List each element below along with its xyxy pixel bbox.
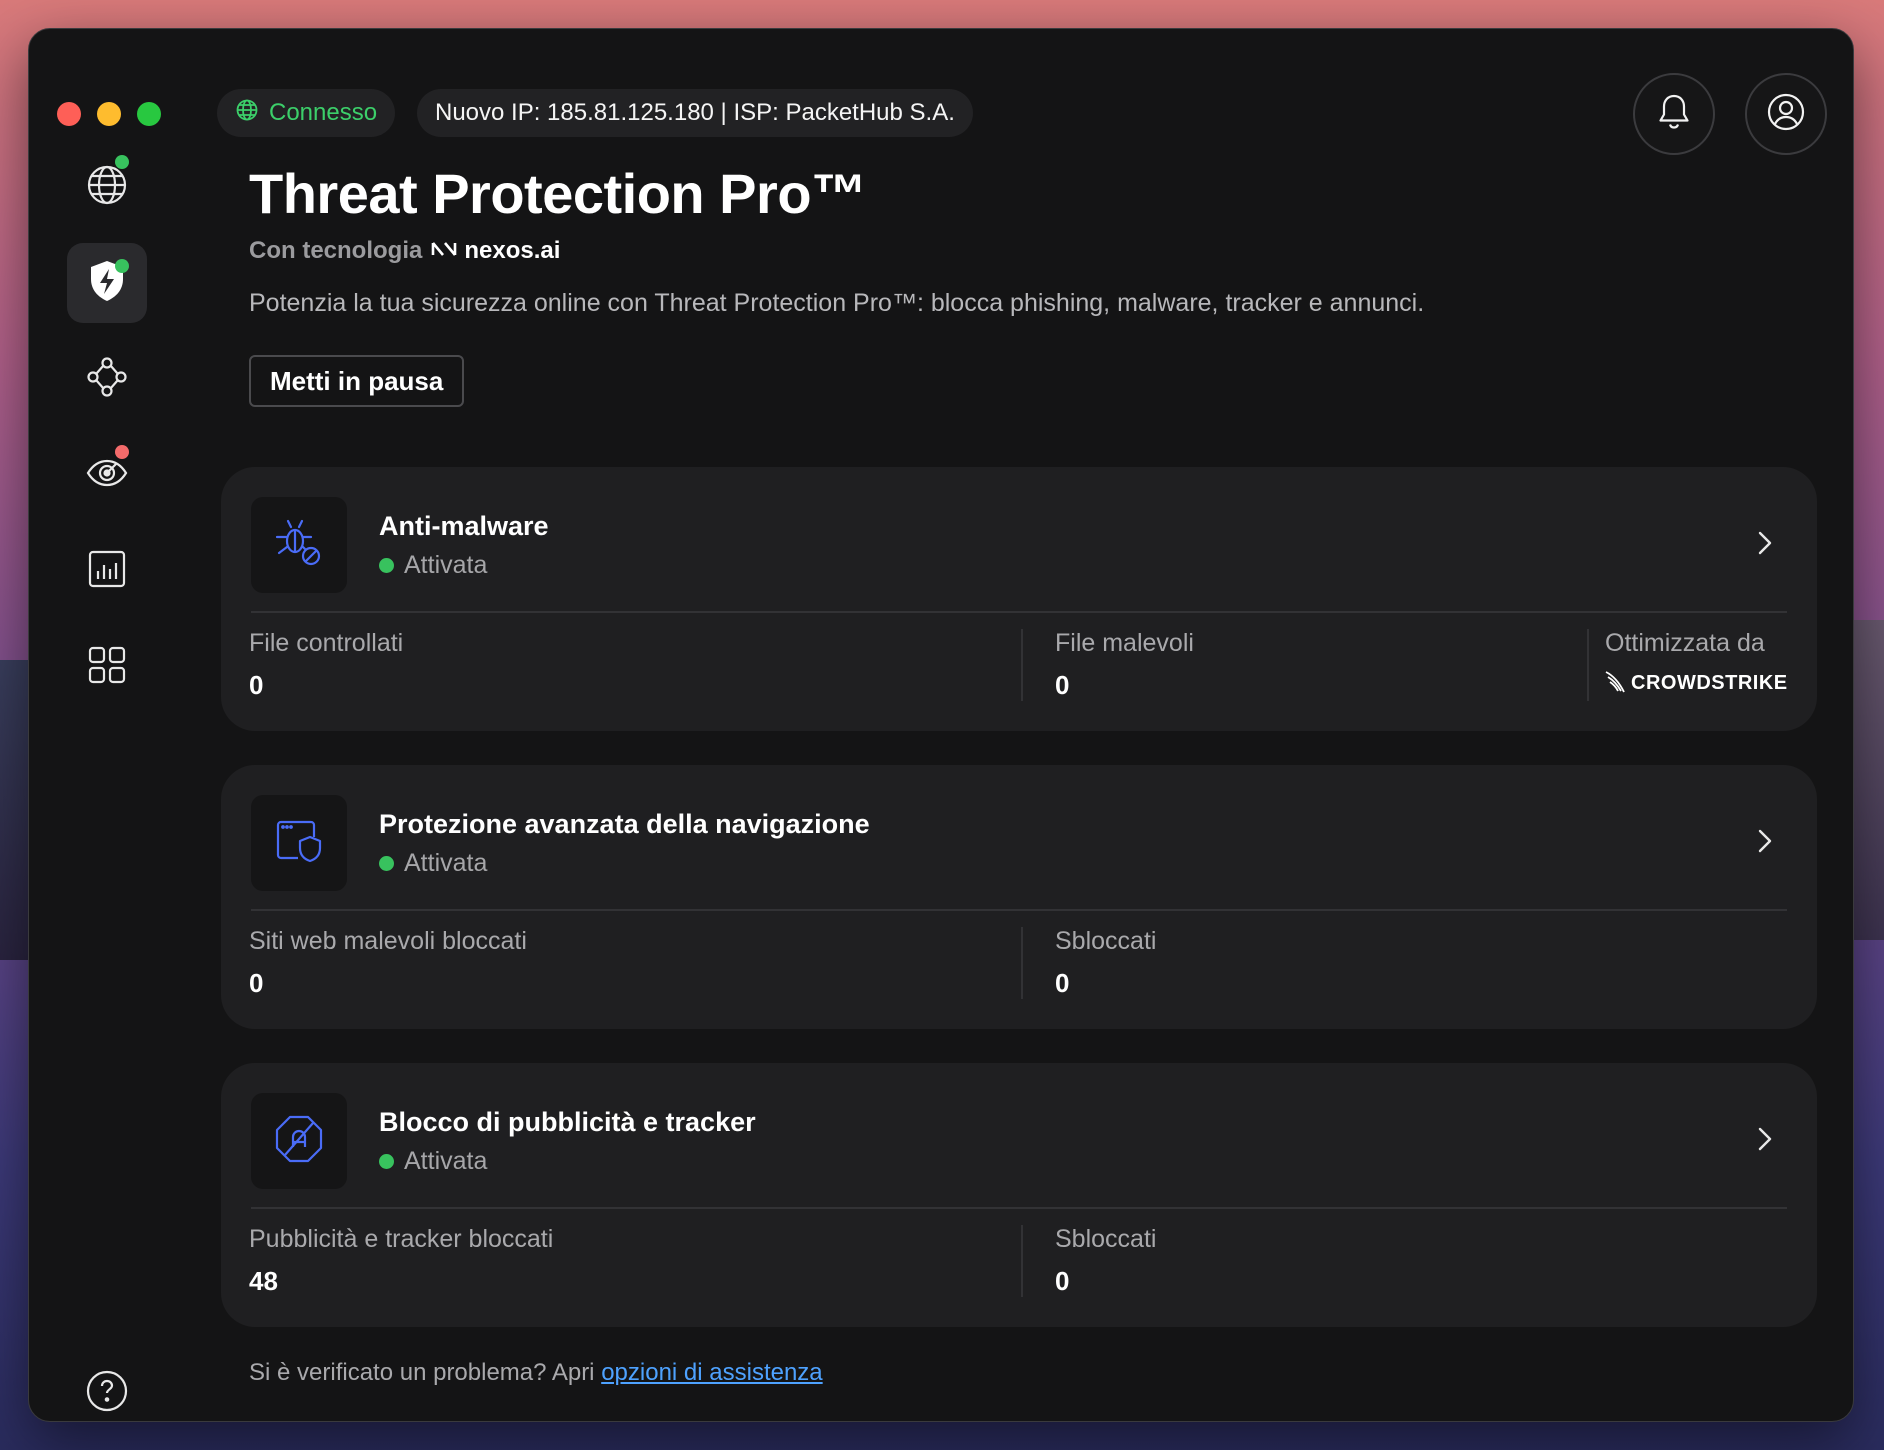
bell-icon	[1657, 93, 1691, 136]
support-options-link[interactable]: opzioni di assistenza	[601, 1359, 822, 1386]
card-status: Attivata	[379, 1147, 487, 1176]
stat-unblocked: Sbloccati 0	[1055, 1225, 1156, 1297]
nexos-logo-icon	[430, 237, 458, 265]
card-icon-container	[251, 497, 347, 593]
crowdstrike-logo: CROWDSTRIKE	[1605, 668, 1788, 699]
crowdstrike-falcon-icon	[1605, 668, 1631, 699]
stat-blocked-sites: Siti web malevoli bloccati 0	[249, 927, 527, 999]
bug-blocked-icon	[273, 517, 325, 574]
powered-by-brand: nexos.ai	[430, 237, 560, 265]
card-ad-tracker-blocker[interactable]: Blocco di pubblicità e tracker Attivata …	[221, 1063, 1817, 1327]
connection-status-label: Connesso	[269, 99, 378, 126]
help-icon	[86, 1370, 128, 1417]
card-anti-malware[interactable]: Anti-malware Attivata File controllati 0…	[221, 467, 1817, 731]
card-web-protection[interactable]: Protezione avanzata della navigazione At…	[221, 765, 1817, 1029]
pause-button[interactable]: Metti in pausa	[249, 355, 465, 407]
page-description: Potenzia la tua sicurezza online con Thr…	[249, 289, 1425, 317]
apps-grid-icon	[87, 645, 127, 690]
stat-value: 0	[249, 670, 264, 700]
optimized-by-label: Ottimizzata da	[1605, 629, 1765, 657]
support-footer-text: Si è verificato un problema? Apri	[249, 1359, 602, 1386]
card-status-text: Attivata	[404, 849, 488, 877]
stats-icon	[87, 549, 127, 594]
desktop-background-right	[1854, 620, 1884, 940]
status-dot	[379, 558, 394, 573]
card-title: Protezione avanzata della navigazione	[379, 809, 870, 839]
status-dot	[379, 856, 394, 871]
account-button[interactable]	[1745, 73, 1827, 155]
card-title: Blocco di pubblicità e tracker	[379, 1107, 756, 1137]
stat-label: File malevoli	[1055, 629, 1194, 657]
sidebar-item-meshnet[interactable]	[67, 339, 147, 419]
sidebar-item-dark-web-monitor[interactable]	[67, 435, 147, 515]
stat-files-checked: File controllati 0	[249, 629, 403, 701]
stat-divider	[1021, 927, 1023, 999]
sidebar-item-apps[interactable]	[67, 627, 147, 707]
stat-blocked-ads: Pubblicità e tracker bloccati 48	[249, 1225, 553, 1297]
connection-status-pill[interactable]: Connesso	[217, 89, 396, 137]
stat-value: 0	[1055, 1266, 1070, 1296]
stat-label: Sbloccati	[1055, 927, 1157, 955]
stat-label: Sbloccati	[1055, 1225, 1157, 1253]
powered-by-label: Con tecnologia	[249, 237, 423, 264]
powered-by-brand-text: nexos.ai	[464, 237, 561, 264]
sidebar-item-statistics[interactable]	[67, 531, 147, 611]
alert-dot	[115, 445, 129, 459]
stat-divider	[1587, 629, 1589, 701]
card-status-text: Attivata	[404, 1147, 488, 1175]
card-divider	[251, 1207, 1787, 1209]
close-window-button[interactable]	[57, 102, 81, 126]
notifications-button[interactable]	[1633, 73, 1715, 155]
card-icon-container	[251, 1093, 347, 1189]
globe-icon	[85, 163, 129, 212]
stat-label: File controllati	[249, 629, 404, 657]
desktop-background-left	[0, 660, 30, 960]
sidebar-item-vpn[interactable]	[67, 147, 147, 227]
crowdstrike-text: CROWDSTRIKE	[1631, 672, 1788, 694]
stat-value: 0	[1055, 670, 1070, 700]
chevron-right-icon	[1757, 1125, 1773, 1158]
globe-icon	[235, 98, 259, 129]
status-dot	[115, 155, 129, 169]
ip-info-text: Nuovo IP: 185.81.125.180 | ISP: PacketHu…	[435, 99, 955, 126]
card-status: Attivata	[379, 849, 487, 878]
sidebar-item-threat-protection[interactable]	[67, 243, 147, 323]
mesh-network-icon	[85, 355, 129, 404]
minimize-window-button[interactable]	[97, 102, 121, 126]
browser-shield-icon	[274, 817, 324, 870]
maximize-window-button[interactable]	[137, 102, 161, 126]
stat-value: 0	[249, 968, 264, 998]
card-status-text: Attivata	[404, 551, 488, 579]
sidebar-item-help[interactable]	[67, 1353, 147, 1421]
ip-info-pill: Nuovo IP: 185.81.125.180 | ISP: PacketHu…	[417, 89, 973, 137]
stat-divider	[1021, 629, 1023, 701]
card-divider	[251, 909, 1787, 911]
powered-by: Con tecnologia nexos.ai	[249, 237, 560, 265]
stat-value: 0	[1055, 968, 1070, 998]
chevron-right-icon	[1757, 827, 1773, 860]
ad-block-icon	[273, 1113, 325, 1170]
stat-label: Siti web malevoli bloccati	[249, 927, 527, 955]
stat-label: Pubblicità e tracker bloccati	[249, 1225, 554, 1253]
support-footer: Si è verificato un problema? Apri opzion…	[249, 1359, 823, 1387]
page-title: Threat Protection Pro™	[249, 162, 867, 225]
stat-divider	[1021, 1225, 1023, 1297]
card-status: Attivata	[379, 551, 487, 580]
user-icon	[1766, 92, 1806, 137]
stat-value: 48	[249, 1266, 278, 1296]
stat-malicious-files: File malevoli 0	[1055, 629, 1194, 701]
window-controls	[57, 102, 161, 126]
optimized-by: Ottimizzata da CROWDSTRIKE	[1605, 629, 1788, 699]
card-icon-container	[251, 795, 347, 891]
status-dot	[379, 1154, 394, 1169]
chevron-right-icon	[1757, 529, 1773, 562]
app-window: Connesso Nuovo IP: 185.81.125.180 | ISP:…	[28, 28, 1854, 1422]
stat-unblocked: Sbloccati 0	[1055, 927, 1156, 999]
status-dot	[115, 259, 129, 273]
card-divider	[251, 611, 1787, 613]
card-title: Anti-malware	[379, 511, 549, 541]
